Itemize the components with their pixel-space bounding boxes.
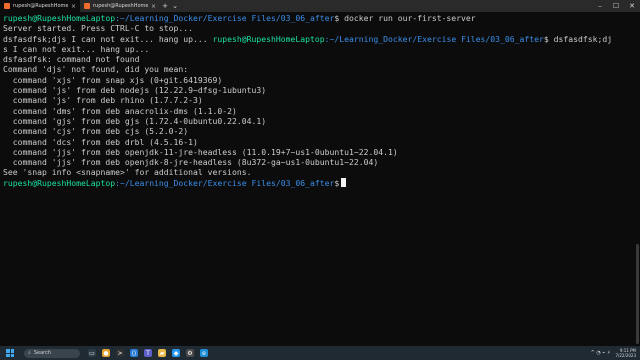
prompt-user: rupesh@RupeshHomeLaptop — [3, 13, 116, 23]
suggestion-line: command 'js' from deb nodejs (12.22.9~df… — [3, 85, 267, 96]
terminal-line: s I can not exit... hang up... — [3, 43, 150, 54]
docker-icon[interactable]: ◆ — [172, 349, 180, 357]
clock[interactable]: 9:11 PM 7/22/2023 — [615, 348, 636, 358]
suggestion-line: command 'cjs' from deb cjs (5.2.0-2) — [3, 126, 189, 137]
settings-icon[interactable]: ⚙ — [186, 349, 194, 357]
terminal-line: Server started. Press CTRL-C to stop... — [3, 23, 194, 34]
chevron-down-icon[interactable]: ⌄ — [170, 0, 180, 12]
prompt-user: rupesh@RupeshHomeLaptop — [3, 177, 116, 188]
terminal-line: rupesh@RupeshHomeLaptop:~/Learning_Docke… — [3, 13, 631, 23]
chrome-icon[interactable]: ● — [102, 349, 110, 357]
folder-icon[interactable]: ▰ — [158, 349, 166, 357]
prompt-symbol: $ — [334, 177, 340, 188]
prompt-user: rupesh@RupeshHomeLaptop — [212, 33, 325, 44]
edge-icon[interactable]: e — [200, 349, 208, 357]
taskbar-apps: ▭ ● > ⟨⟩ T ▰ ◆ ⚙ e — [88, 349, 208, 357]
system-tray: ^ ◔ ⌁ ⚡ 9:11 PM 7/22/2023 — [591, 346, 636, 360]
tray-icons[interactable]: ^ ◔ ⌁ ⚡ — [591, 350, 611, 356]
tab-label: rupesh@RupeshHomeLaptop: — [13, 3, 68, 9]
terminal-tab-2[interactable]: rupesh@RupeshHomeLaptop: × — [80, 0, 160, 12]
terminal-line: rupesh@RupeshHomeLaptop:~/Learning_Docke… — [3, 177, 631, 188]
text-cursor — [341, 177, 347, 187]
close-tab-icon[interactable]: × — [151, 3, 156, 10]
new-tab-button[interactable]: + — [160, 0, 170, 12]
terminal-output[interactable]: rupesh@RupeshHomeLaptop:~/Learning_Docke… — [3, 13, 631, 347]
terminal-scrollbar[interactable] — [636, 14, 639, 346]
ubuntu-icon — [84, 3, 90, 9]
maximize-button[interactable]: ☐ — [608, 0, 624, 12]
terminal-line: See 'snap info <snapname>' for additiona… — [3, 167, 252, 178]
terminal-tab-1[interactable]: rupesh@RupeshHomeLaptop: × — [0, 0, 80, 12]
ubuntu-icon — [4, 3, 10, 9]
suggestion-line: command 'gjs' from deb gjs (1.72.4-0ubun… — [3, 115, 267, 126]
taskbar: ⌕ Search ▭ ● > ⟨⟩ T ▰ ◆ ⚙ e ^ ◔ ⌁ ⚡ 9:11 PM 7/22… — [0, 346, 640, 360]
command-text: docker run our-first-server — [339, 13, 476, 23]
close-tab-icon[interactable]: × — [71, 3, 76, 10]
suggestion-line: command 'jjs' from deb openjdk-8-jre-hea… — [3, 157, 379, 168]
prompt-path: :~/Learning_Docker/Exercise Files/03_06_… — [115, 13, 335, 23]
suggestion-line: command 'js' from deb rhino (1.7.7.2-3) — [3, 95, 203, 106]
terminal-line: dsfasdfsk: command not found — [3, 54, 140, 65]
suggestion-line: command 'dcs' from deb drbl (4.5.16-1) — [3, 136, 198, 147]
window-controls: – ☐ ✕ — [592, 0, 640, 12]
scrollbar-thumb[interactable] — [636, 244, 639, 344]
suggestion-line: command 'xjs' from snap xjs (0+git.64193… — [3, 74, 223, 85]
output-text: dsfasdfsk;djs I can not exit... hang up.… — [3, 33, 213, 44]
terminal-icon[interactable]: > — [116, 349, 124, 357]
windows-start-icon[interactable] — [6, 349, 14, 357]
prompt-path: :~/Learning_Docker/Exercise Files/03_06_… — [115, 177, 335, 188]
tab-bar: rupesh@RupeshHomeLaptop: × rupesh@Rupesh… — [0, 0, 640, 12]
close-window-button[interactable]: ✕ — [624, 0, 640, 12]
prompt-path: :~/Learning_Docker/Exercise Files/03_06_… — [324, 33, 544, 44]
task-view-icon[interactable]: ▭ — [88, 349, 96, 357]
command-text: dsfasdfsk;dj — [548, 33, 613, 44]
taskbar-search-input[interactable]: ⌕ Search — [24, 348, 80, 358]
search-icon: ⌕ — [28, 350, 31, 356]
search-placeholder: Search — [33, 350, 51, 356]
tab-label: rupesh@RupeshHomeLaptop: — [93, 3, 148, 9]
suggestion-line: command 'jjs' from deb openjdk-11-jre-he… — [3, 146, 398, 157]
suggestion-line: command 'dms' from deb anacrolix-dms (1.… — [3, 105, 237, 116]
minimize-button[interactable]: – — [592, 0, 608, 12]
terminal-line: Command 'djs' not found, did you mean: — [3, 64, 189, 75]
vscode-icon[interactable]: ⟨⟩ — [130, 349, 138, 357]
clock-date: 7/22/2023 — [615, 353, 636, 358]
teams-icon[interactable]: T — [144, 349, 152, 357]
terminal-line: dsfasdfsk;djs I can not exit... hang up.… — [3, 34, 631, 44]
